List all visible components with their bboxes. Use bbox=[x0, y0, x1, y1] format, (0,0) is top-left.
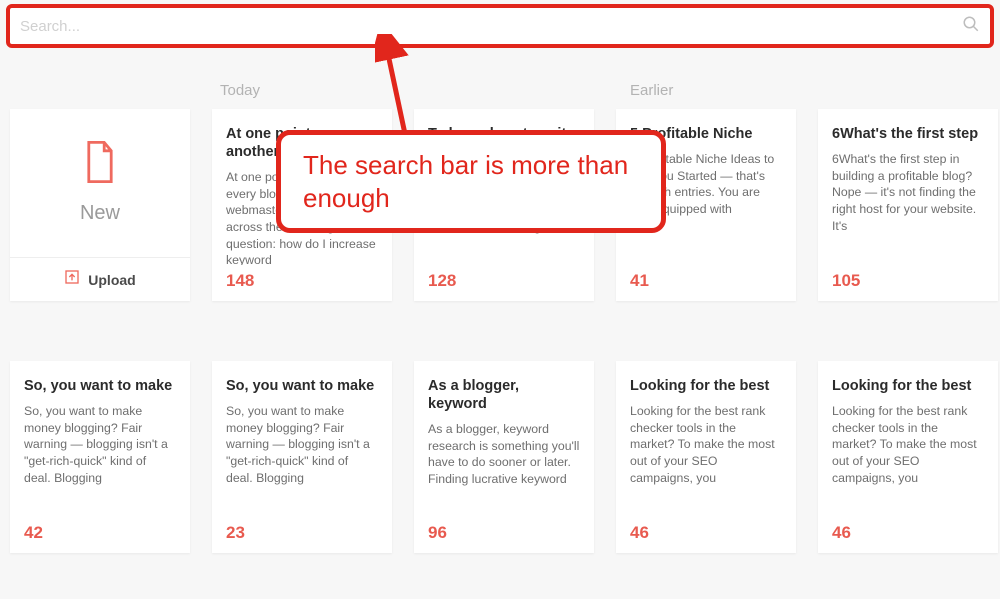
card-body: So, you want to make money blogging? Fai… bbox=[226, 403, 378, 517]
card-count: 42 bbox=[24, 517, 176, 543]
annotation-callout: The search bar is more than enough bbox=[276, 130, 666, 233]
section-today-label: Today bbox=[220, 82, 630, 99]
card-body: 6What's the first step in building a pro… bbox=[832, 151, 984, 265]
card-count: 41 bbox=[630, 265, 782, 291]
document-icon bbox=[83, 141, 117, 188]
new-document-card[interactable]: New Upload bbox=[10, 109, 190, 301]
card-count: 46 bbox=[630, 517, 782, 543]
card-count: 105 bbox=[832, 265, 984, 291]
document-card[interactable]: So, you want to make So, you want to mak… bbox=[212, 361, 392, 553]
upload-button[interactable]: Upload bbox=[10, 257, 190, 301]
upload-icon bbox=[64, 269, 80, 290]
new-label: New bbox=[80, 202, 120, 225]
card-title: So, you want to make bbox=[226, 377, 378, 395]
card-body: So, you want to make money blogging? Fai… bbox=[24, 403, 176, 517]
card-title: 6What's the first step bbox=[832, 125, 984, 143]
section-earlier-label: Earlier bbox=[630, 82, 673, 99]
document-card[interactable]: As a blogger, keyword As a blogger, keyw… bbox=[414, 361, 594, 553]
document-card[interactable]: 6What's the first step 6What's the first… bbox=[818, 109, 998, 301]
card-body: Looking for the best rank checker tools … bbox=[630, 403, 782, 517]
search-input[interactable] bbox=[20, 18, 962, 35]
search-bar[interactable] bbox=[6, 4, 994, 48]
search-icon[interactable] bbox=[962, 15, 980, 38]
document-card[interactable]: Looking for the best Looking for the bes… bbox=[818, 361, 998, 553]
annotation-text: The search bar is more than enough bbox=[303, 149, 639, 214]
section-headers: Today Earlier bbox=[0, 48, 1000, 109]
card-title: Looking for the best bbox=[630, 377, 782, 395]
card-body: As a blogger, keyword research is someth… bbox=[428, 421, 580, 517]
card-count: 96 bbox=[428, 517, 580, 543]
card-count: 128 bbox=[428, 265, 580, 291]
new-button[interactable]: New bbox=[10, 109, 190, 257]
card-count: 46 bbox=[832, 517, 984, 543]
document-card[interactable]: Looking for the best Looking for the bes… bbox=[616, 361, 796, 553]
card-title: Looking for the best bbox=[832, 377, 984, 395]
card-title: So, you want to make bbox=[24, 377, 176, 395]
card-count: 23 bbox=[226, 517, 378, 543]
card-title: As a blogger, keyword bbox=[428, 377, 580, 413]
card-body: Looking for the best rank checker tools … bbox=[832, 403, 984, 517]
document-card[interactable]: So, you want to make So, you want to mak… bbox=[10, 361, 190, 553]
card-count: 148 bbox=[226, 265, 378, 291]
upload-label: Upload bbox=[88, 272, 135, 288]
